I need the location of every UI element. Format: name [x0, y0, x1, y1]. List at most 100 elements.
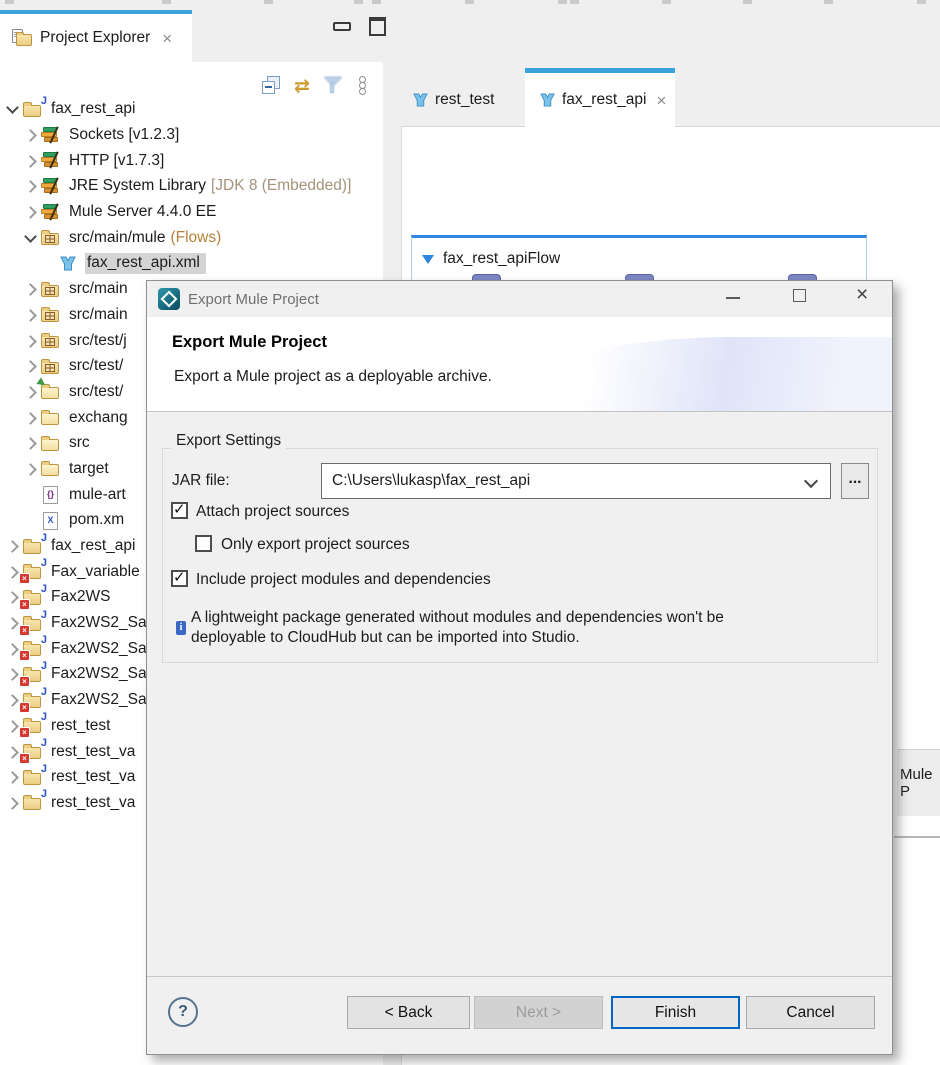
editor-tab-fax-rest-api[interactable]: fax_rest_api ×	[525, 68, 675, 127]
chevron-right-icon[interactable]	[24, 206, 37, 219]
tree-item[interactable]: fax_rest_api.xml	[0, 251, 383, 277]
chevron-right-icon[interactable]	[24, 386, 37, 399]
tree-item-selected[interactable]: fax_rest_api.xml	[85, 253, 206, 274]
chevron-right-icon[interactable]	[24, 129, 37, 142]
expander-slot	[23, 337, 39, 346]
tree-item-text[interactable]: rest_test	[49, 716, 116, 737]
maximize-view-icon[interactable]	[369, 17, 386, 36]
attach-sources-checkbox[interactable]	[171, 502, 188, 519]
tree-item-text[interactable]: Fax2WS2_Sa	[49, 690, 153, 711]
chevron-right-icon[interactable]	[24, 335, 37, 348]
chevron-right-icon[interactable]	[6, 592, 19, 605]
only-export-sources-checkbox[interactable]	[195, 535, 212, 552]
tree-item-label: Fax_variable	[51, 563, 140, 581]
tree-item[interactable]: Mule Server 4.4.0 EE	[0, 200, 383, 226]
tree-item-text[interactable]: rest_test_va	[49, 793, 141, 814]
tree-item[interactable]: src/main/mule(Flows)	[0, 225, 383, 251]
include-modules-label[interactable]: Include project modules and dependencies	[196, 571, 491, 589]
chevron-right-icon[interactable]	[6, 694, 19, 707]
tab-project-explorer[interactable]: Project Explorer ×	[0, 14, 192, 62]
tree-item-text[interactable]: src/test/	[67, 382, 129, 403]
toolbar-tick	[917, 0, 926, 4]
only-export-sources-label[interactable]: Only export project sources	[221, 536, 410, 554]
chevron-right-icon[interactable]	[6, 720, 19, 733]
tab-mule-properties[interactable]: Mule P	[897, 749, 940, 816]
tree-item-text[interactable]: fax_rest_api	[49, 536, 141, 557]
tree-item[interactable]: Sockets [v1.2.3]	[0, 123, 383, 149]
chevron-right-icon[interactable]	[24, 181, 37, 194]
dialog-title: Export Mule Project	[188, 291, 319, 308]
chevron-right-icon[interactable]	[6, 797, 19, 810]
tree-item-text[interactable]: Fax2WS	[49, 587, 116, 608]
chevron-down-icon[interactable]	[804, 474, 818, 488]
chevron-right-icon[interactable]	[6, 746, 19, 759]
tree-item-text[interactable]: Fax2WS2_Sa	[49, 613, 153, 634]
collapse-flow-icon[interactable]	[422, 255, 434, 264]
tree-item-text[interactable]: exchang	[67, 408, 134, 429]
help-button[interactable]: ?	[168, 997, 198, 1027]
tree-item-text[interactable]: JRE System Library[JDK 8 (Embedded)]	[67, 176, 357, 197]
chevron-down-icon[interactable]	[6, 101, 19, 114]
back-button[interactable]: < Back	[347, 996, 470, 1029]
tree-item-text[interactable]: Sockets [v1.2.3]	[67, 125, 185, 146]
chevron-right-icon[interactable]	[6, 669, 19, 682]
chevron-right-icon[interactable]	[6, 643, 19, 656]
editor-tab-rest-test[interactable]: rest_test	[402, 73, 520, 126]
dialog-maximize-button[interactable]	[784, 283, 816, 311]
tree-item-text[interactable]: rest_test_va	[49, 742, 141, 763]
anypoint-studio-window: Project Explorer × ⇄ Jfax_rest_apiSocket…	[0, 0, 940, 1065]
close-view-icon[interactable]: ×	[162, 30, 172, 47]
tree-item-text[interactable]: src	[67, 433, 96, 454]
include-modules-checkbox[interactable]	[171, 570, 188, 587]
close-tab-icon[interactable]: ×	[656, 92, 666, 109]
chevron-right-icon[interactable]	[24, 412, 37, 425]
chevron-right-icon[interactable]	[6, 540, 19, 553]
chevron-right-icon[interactable]	[24, 437, 37, 450]
browse-button[interactable]: ...	[841, 463, 869, 499]
view-menu-icon[interactable]	[352, 76, 374, 96]
tree-item-text[interactable]: src/main/mule(Flows)	[67, 228, 227, 249]
folder-icon	[41, 435, 61, 453]
chevron-right-icon[interactable]	[24, 283, 37, 296]
jar-file-combo[interactable]: C:\Users\lukasp\fax_rest_api	[321, 463, 831, 499]
tree-item-text[interactable]: pom.xm	[67, 510, 130, 531]
footer-divider	[147, 976, 892, 977]
chevron-right-icon[interactable]	[6, 617, 19, 630]
package-icon	[41, 358, 61, 376]
dialog-titlebar[interactable]: Export Mule Project ×	[147, 281, 892, 317]
tree-item-text[interactable]: Fax_variable	[49, 562, 146, 583]
chevron-right-icon[interactable]	[6, 566, 19, 579]
tree-item-text[interactable]: target	[67, 459, 115, 480]
filter-icon[interactable]	[323, 76, 345, 96]
chevron-down-icon[interactable]	[24, 230, 37, 243]
tree-item-label: rest_test_va	[51, 794, 135, 812]
chevron-right-icon[interactable]	[24, 463, 37, 476]
chevron-right-icon[interactable]	[24, 309, 37, 322]
finish-button[interactable]: Finish	[611, 996, 740, 1029]
tree-item-text[interactable]: fax_rest_api	[49, 99, 141, 120]
tree-item-text[interactable]: Fax2WS2_Sa	[49, 639, 153, 660]
tree-item-text[interactable]: src/main	[67, 279, 134, 300]
chevron-right-icon[interactable]	[24, 360, 37, 373]
tree-item-text[interactable]: mule-art	[67, 485, 132, 506]
cancel-button[interactable]: Cancel	[746, 996, 875, 1029]
tree-item[interactable]: HTTP [v1.7.3]	[0, 148, 383, 174]
tree-item-text[interactable]: Mule Server 4.4.0 EE	[67, 202, 222, 223]
tree-item[interactable]: JRE System Library[JDK 8 (Embedded)]	[0, 174, 383, 200]
tree-item-text[interactable]: Fax2WS2_Sa	[49, 664, 153, 685]
chevron-right-icon[interactable]	[6, 771, 19, 784]
tree-item-text[interactable]: src/test/j	[67, 331, 133, 352]
attach-sources-label[interactable]: Attach project sources	[196, 503, 349, 521]
tree-item-text[interactable]: src/main	[67, 305, 134, 326]
tree-item-text[interactable]: rest_test_va	[49, 767, 141, 788]
tree-item-text[interactable]: HTTP [v1.7.3]	[67, 151, 170, 172]
minimize-view-icon[interactable]	[333, 22, 351, 31]
link-with-editor-icon[interactable]: ⇄	[291, 76, 313, 96]
tree-item-label: pom.xm	[69, 511, 124, 529]
chevron-right-icon[interactable]	[24, 155, 37, 168]
tree-item-text[interactable]: src/test/	[67, 356, 129, 377]
tree-item[interactable]: Jfax_rest_api	[0, 97, 383, 123]
dialog-minimize-button[interactable]	[717, 283, 749, 311]
dialog-close-button[interactable]: ×	[849, 283, 881, 311]
collapse-all-icon[interactable]	[261, 76, 283, 96]
